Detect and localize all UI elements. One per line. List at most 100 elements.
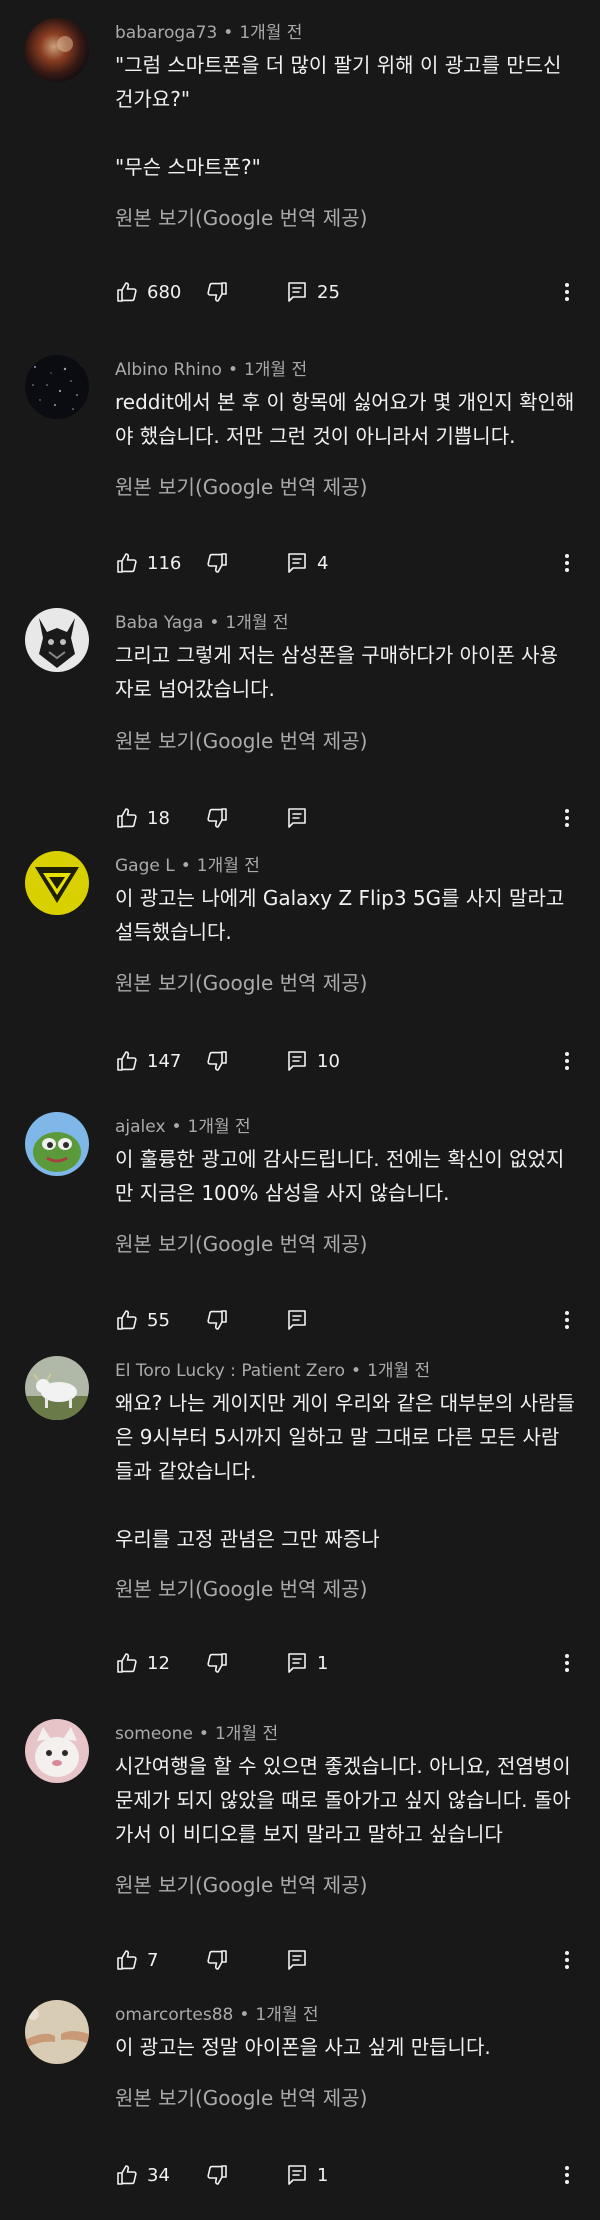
thumbs-down-icon [205,551,229,575]
avatar[interactable] [25,1112,89,1176]
comment-paragraph: 이 훌륭한 광고에 감사드립니다. 전에는 확신이 없었지만 지금은 100% … [115,1147,565,1205]
like-button[interactable]: 7 [115,1945,158,1975]
comment-author[interactable]: babaroga73 [115,23,217,43]
comment-time[interactable]: 1개월 전 [188,1117,251,1137]
translate-link[interactable]: 원본 보기(Google 번역 제공) [115,471,367,500]
reply-button[interactable]: 4 [285,548,328,578]
reply-button[interactable]: 10 [285,1046,340,1076]
reply-count: 25 [317,281,340,303]
reply-icon [285,551,309,575]
comment-author[interactable]: Gage L [115,856,175,876]
comment-author[interactable]: someone [115,1724,193,1744]
comment-time[interactable]: 1개월 전 [244,360,307,380]
avatar[interactable] [25,1719,89,1783]
reply-icon [285,806,309,830]
dislike-button[interactable] [205,2160,229,2190]
avatar[interactable] [25,2000,89,2064]
comment-author[interactable]: Albino Rhino [115,360,222,380]
thumbs-up-icon [115,280,139,304]
dislike-button[interactable] [205,1305,229,1335]
comment-time[interactable]: 1개월 전 [255,2005,318,2025]
more-options-button[interactable] [555,803,579,833]
comment-actions: 116 4 [115,548,585,578]
avatar[interactable] [25,355,89,419]
like-button[interactable]: 55 [115,1305,170,1335]
dislike-button[interactable] [205,548,229,578]
avatar[interactable] [25,608,89,672]
thumbs-down-icon [205,2163,229,2187]
reply-icon [285,1651,309,1675]
comment-time[interactable]: 1개월 전 [367,1361,430,1381]
comment-paragraph: 우리를 고정 관념은 그만 짜증나 [115,1527,380,1551]
comment-author[interactable]: ajalex [115,1117,166,1137]
comment-paragraph: 그리고 그렇게 저는 삼성폰을 구매하다가 아이폰 사용자로 넘어갔습니다. [115,643,558,701]
translate-link[interactable]: 원본 보기(Google 번역 제공) [115,1869,367,1898]
thumbs-up-icon [115,2163,139,2187]
comment-paragraph: 이 광고는 나에게 Galaxy Z Flip3 5G를 사지 말라고 설득했습… [115,886,565,944]
more-options-button[interactable] [555,1648,579,1678]
like-button[interactable]: 116 [115,548,181,578]
like-count: 18 [147,807,170,829]
comment-paragraph: 이 광고는 정말 아이폰을 사고 싶게 만듭니다. [115,2035,491,2059]
thumbs-down-icon [205,280,229,304]
translate-link[interactable]: 원본 보기(Google 번역 제공) [115,967,367,996]
translate-link[interactable]: 원본 보기(Google 번역 제공) [115,1573,367,1602]
reply-button[interactable]: 25 [285,277,340,307]
avatar[interactable] [25,1356,89,1420]
translate-link[interactable]: 원본 보기(Google 번역 제공) [115,2082,367,2111]
comment-paragraph: "무슨 스마트폰?" [115,155,261,179]
comment-time[interactable]: 1개월 전 [215,1724,278,1744]
reply-icon [285,2163,309,2187]
reply-icon [285,1308,309,1332]
comment-text: "그럼 스마트폰을 더 많이 팔기 위해 이 광고를 만드신 건가요?" "무슨… [115,48,575,184]
avatar[interactable] [25,18,89,82]
like-button[interactable]: 12 [115,1648,170,1678]
thumbs-down-icon [205,806,229,830]
reply-button[interactable] [285,1305,317,1335]
comment-author[interactable]: El Toro Lucky : Patient Zero [115,1361,345,1381]
more-vert-icon [555,806,579,830]
dislike-button[interactable] [205,1046,229,1076]
more-options-button[interactable] [555,1305,579,1335]
meta-separator: • [351,1361,362,1381]
comment-paragraph: reddit에서 본 후 이 항목에 싫어요가 몇 개인지 확인해야 했습니다.… [115,390,575,448]
comment-author[interactable]: omarcortes88 [115,2005,233,2025]
more-options-button[interactable] [555,548,579,578]
reply-button[interactable] [285,1945,317,1975]
reply-count: 10 [317,1050,340,1072]
like-button[interactable]: 18 [115,803,170,833]
comment-time[interactable]: 1개월 전 [197,856,260,876]
dislike-button[interactable] [205,803,229,833]
comment-author[interactable]: Baba Yaga [115,613,203,633]
more-vert-icon [555,1651,579,1675]
reply-count: 1 [317,1652,329,1674]
dislike-button[interactable] [205,1648,229,1678]
thumbs-up-icon [115,1651,139,1675]
more-options-button[interactable] [555,1945,579,1975]
meta-separator: • [209,613,220,633]
translate-link[interactable]: 원본 보기(Google 번역 제공) [115,725,367,754]
dislike-button[interactable] [205,277,229,307]
more-options-button[interactable] [555,1046,579,1076]
like-button[interactable]: 680 [115,277,181,307]
comment-text: 이 훌륭한 광고에 감사드립니다. 전에는 확신이 없었지만 지금은 100% … [115,1142,575,1210]
reply-button[interactable]: 1 [285,1648,328,1678]
comment-paragraph: "그럼 스마트폰을 더 많이 팔기 위해 이 광고를 만드신 건가요?" [115,53,562,111]
more-options-button[interactable] [555,277,579,307]
comment-time[interactable]: 1개월 전 [239,23,302,43]
comment-time[interactable]: 1개월 전 [225,613,288,633]
reply-count: 1 [317,2164,329,2186]
avatar[interactable] [25,851,89,915]
dislike-button[interactable] [205,1945,229,1975]
reply-icon [285,280,309,304]
comment-actions: 55 [115,1305,585,1335]
like-button[interactable]: 34 [115,2160,170,2190]
more-options-button[interactable] [555,2160,579,2190]
reply-button[interactable]: 1 [285,2160,328,2190]
comment-text: reddit에서 본 후 이 항목에 싫어요가 몇 개인지 확인해야 했습니다.… [115,385,575,453]
translate-link[interactable]: 원본 보기(Google 번역 제공) [115,202,367,231]
translate-link[interactable]: 원본 보기(Google 번역 제공) [115,1228,367,1257]
reply-button[interactable] [285,803,317,833]
more-vert-icon [555,551,579,575]
like-button[interactable]: 147 [115,1046,181,1076]
